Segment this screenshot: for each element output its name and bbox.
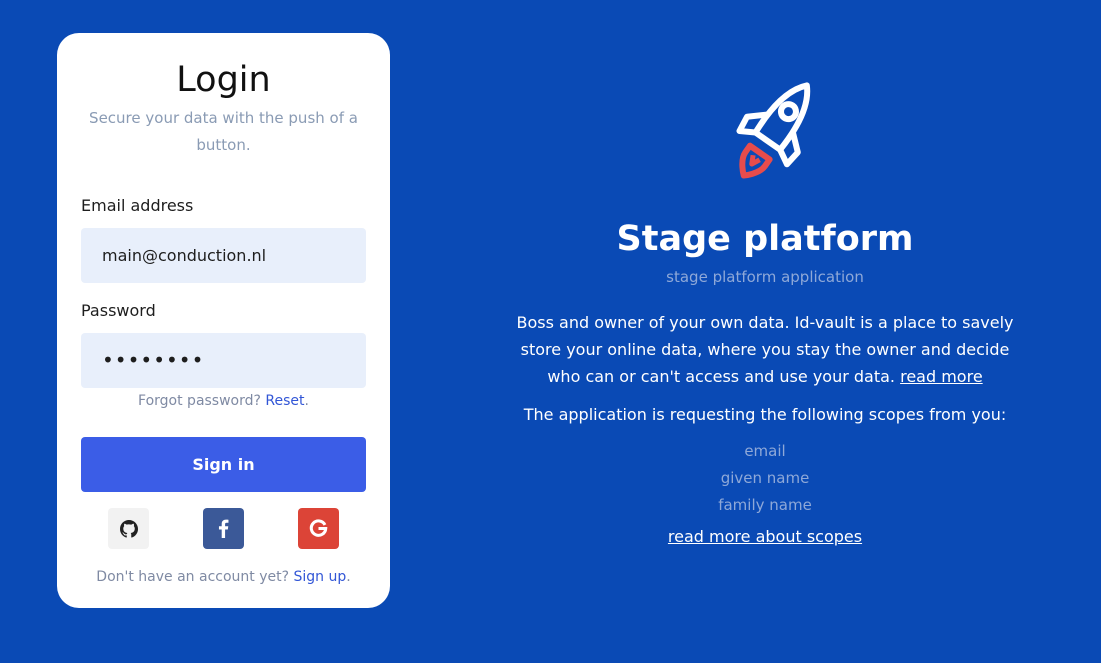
facebook-icon (218, 519, 229, 538)
github-login-button[interactable] (108, 508, 149, 549)
reset-link[interactable]: Reset (265, 393, 304, 409)
scopes-request-text: The application is requesting the follow… (523, 405, 1007, 424)
forgot-password: Forgot password? Reset. (81, 393, 366, 409)
password-field[interactable]: •••••••• (81, 333, 366, 388)
signup-text: Don't have an account yet? (96, 569, 294, 585)
github-icon (119, 519, 138, 538)
facebook-login-button[interactable] (203, 508, 244, 549)
scope-item: family name (718, 496, 812, 514)
scope-item: email (744, 442, 786, 460)
social-login-buttons (81, 508, 366, 549)
sign-in-button[interactable]: Sign in (81, 437, 366, 492)
google-login-button[interactable] (298, 508, 339, 549)
platform-subtitle: stage platform application (666, 268, 864, 286)
platform-title: Stage platform (616, 219, 914, 259)
login-subtitle: Secure your data with the push of a butt… (89, 109, 358, 154)
google-icon (309, 519, 328, 537)
read-more-link[interactable]: read more (900, 367, 983, 386)
forgot-suffix: . (304, 393, 309, 409)
password-label: Password (81, 301, 156, 320)
email-label: Email address (81, 196, 194, 215)
scope-item: given name (720, 469, 810, 487)
login-title: Login (176, 60, 271, 100)
rocket-icon (736, 82, 811, 179)
sign-up-link[interactable]: Sign up (294, 569, 347, 585)
email-field[interactable]: main@conduction.nl (81, 228, 366, 283)
signup-prompt: Don't have an account yet? Sign up. (81, 569, 366, 585)
login-card: Login Secure your data with the push of … (57, 33, 390, 608)
scopes-list: email given name family name (500, 438, 1030, 519)
platform-info: Stage platform stage platform applicatio… (500, 70, 1030, 546)
signup-suffix: . (346, 569, 351, 585)
platform-description: Boss and owner of your own data. Id-vaul… (500, 309, 1030, 390)
forgot-text: Forgot password? (138, 393, 266, 409)
read-more-scopes-link[interactable]: read more about scopes (668, 527, 862, 546)
